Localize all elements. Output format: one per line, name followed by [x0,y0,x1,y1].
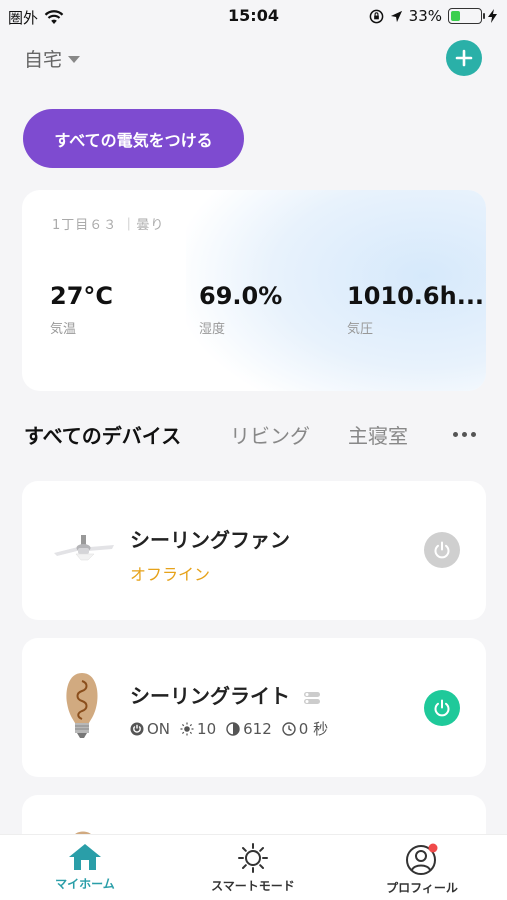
brightness-icon [180,722,194,735]
more-tabs-icon[interactable] [453,432,476,437]
power-button[interactable] [424,690,460,726]
nav-smart-mode[interactable]: スマートモード [188,835,318,900]
brightness-value: 10 [197,719,217,738]
sun-icon [238,843,268,873]
add-device-button[interactable] [446,40,482,76]
pressure-value: 1010.6h... [347,282,485,310]
orientation-lock-icon [369,9,383,23]
weather-card: 1丁目６３ ｜曇り 27°C 気温 69.0% 湿度 1010.6h... 気圧 [22,190,486,391]
nav-label: スマートモード [211,879,295,893]
device-stats: ON 10 612 0 秒 [130,718,328,739]
pressure-label: 気圧 [347,322,374,337]
power-mode-icon [130,722,144,735]
device-name-row: シーリングライト [130,680,321,709]
location-arrow-icon [390,10,402,22]
home-icon [69,844,101,870]
humidity-label: 湿度 [199,322,226,337]
tab-living-room[interactable]: リビング [230,420,310,449]
nav-my-home[interactable]: マイホーム [20,835,150,900]
temperature-value: 27°C [50,282,114,310]
notification-dot [428,843,438,853]
color-temp-value: 612 [243,719,272,738]
timer-icon [282,721,296,736]
timer-stat: 0 秒 [282,718,328,739]
caret-down-icon [68,56,81,63]
pressure-metric: 1010.6h... 気圧 [347,282,484,337]
nav-label: プロフィール [386,881,458,895]
weather-location: 1丁目６３ ｜曇り [52,218,165,233]
group-toggle-icon [303,691,320,704]
power-button[interactable] [424,532,460,568]
nav-profile[interactable]: プロフィール [357,835,487,900]
mode-stat: ON [130,720,170,738]
power-icon [434,541,450,559]
temperature-metric: 27°C 気温 [50,282,113,337]
nav-label: マイホーム [55,877,115,891]
humidity-metric: 69.0% 湿度 [199,282,282,337]
plus-icon [455,49,473,67]
room-tabs: すべてのデバイス リビング 主寝室 [24,420,484,452]
home-selector[interactable]: 自宅 [24,45,81,72]
color-temperature-icon [226,721,240,736]
tab-master-bedroom[interactable]: 主寝室 [348,420,408,449]
ceiling-fan-icon [54,535,114,561]
power-icon [434,699,450,717]
mode-value: ON [147,719,171,738]
temperature-label: 気温 [50,322,77,337]
device-status: オフライン [130,565,211,584]
brightness-stat: 10 [180,720,216,738]
battery-percent: 33% [408,7,442,25]
device-card-ceiling-fan[interactable]: シーリングファン オフライン [22,481,486,620]
color-temp-stat: 612 [226,720,272,738]
device-name: シーリングライト [130,684,290,708]
status-bar: 圏外 15:04 33% [0,0,507,34]
charging-bolt-icon [488,9,497,23]
tab-all-devices[interactable]: すべてのデバイス [24,420,181,449]
battery-icon [448,8,485,24]
humidity-value: 69.0% [199,282,283,310]
device-name: シーリングファン [130,528,290,552]
profile-icon [406,843,438,875]
turn-on-all-lights-button[interactable]: すべての電気をつける [23,109,244,168]
home-name: 自宅 [24,49,63,71]
bulb-icon [66,673,98,738]
timer-value: 0 秒 [298,720,329,738]
device-card-ceiling-light[interactable]: シーリングライト ON 10 612 0 秒 [22,638,486,777]
bottom-navigation: マイホーム スマートモード プロフィール [0,834,507,900]
